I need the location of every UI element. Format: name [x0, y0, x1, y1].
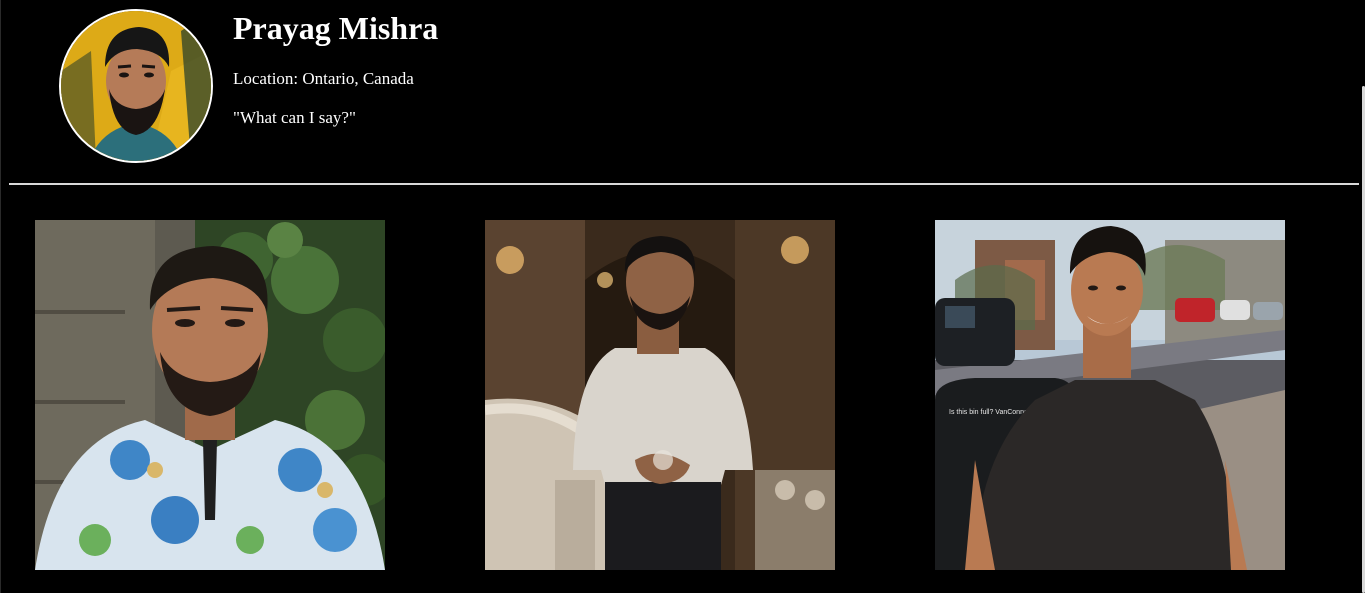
- profile-location: Location: Ontario, Canada: [233, 69, 414, 88]
- gallery-photo-3: Is this bin full? VanConnect app: [935, 220, 1285, 570]
- header-divider: [9, 183, 1359, 185]
- gallery-photo-2: [485, 220, 835, 570]
- profile-avatar: [59, 9, 213, 163]
- profile-name: Prayag Mishra: [233, 10, 439, 46]
- profile-quote: "What can I say?": [233, 108, 356, 127]
- profile-page: Prayag Mishra Location: Ontario, Canada …: [0, 0, 1365, 593]
- avatar-image: [61, 11, 211, 161]
- page-scrollbar[interactable]: [1361, 0, 1365, 593]
- gallery-photo-1: [35, 220, 385, 570]
